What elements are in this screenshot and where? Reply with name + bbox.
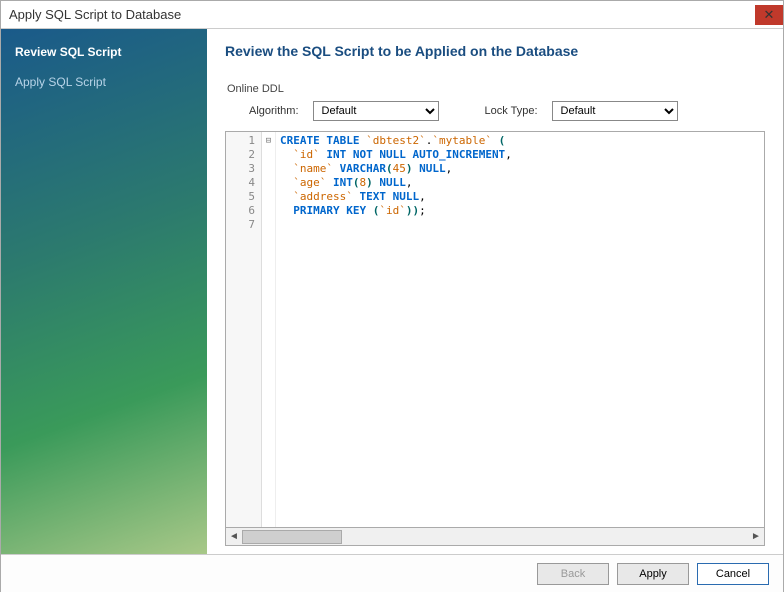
scroll-track[interactable] [242, 529, 748, 545]
dialog-body: Review SQL Script Apply SQL Script Revie… [1, 29, 783, 554]
apply-button[interactable]: Apply [617, 563, 689, 585]
scroll-right-icon[interactable]: ► [748, 529, 764, 545]
close-icon: ✕ [764, 7, 775, 23]
scroll-thumb[interactable] [242, 530, 342, 544]
locktype-select[interactable]: Default [552, 101, 678, 121]
main-panel: Review the SQL Script to be Applied on t… [207, 29, 783, 554]
dialog-window: Apply SQL Script to Database ✕ Review SQ… [0, 0, 784, 592]
locktype-label: Lock Type: [485, 105, 538, 117]
step-apply-sql[interactable]: Apply SQL Script [1, 67, 207, 97]
step-review-sql[interactable]: Review SQL Script [1, 37, 207, 67]
dialog-footer: Back Apply Cancel [1, 554, 783, 592]
close-button[interactable]: ✕ [755, 5, 783, 25]
ddl-legend: Online DDL [225, 83, 286, 95]
sql-editor[interactable]: 1234567 ⊟ CREATE TABLE `dbtest2`.`mytabl… [225, 131, 765, 528]
cancel-button[interactable]: Cancel [697, 563, 769, 585]
ddl-row: Algorithm: Default Lock Type: Default [225, 95, 765, 121]
line-gutter: 1234567 [226, 132, 262, 527]
fold-column: ⊟ [262, 132, 276, 527]
titlebar: Apply SQL Script to Database ✕ [1, 1, 783, 29]
window-title: Apply SQL Script to Database [9, 7, 181, 22]
horizontal-scrollbar[interactable]: ◄ ► [225, 528, 765, 546]
back-button: Back [537, 563, 609, 585]
wizard-sidebar: Review SQL Script Apply SQL Script [1, 29, 207, 554]
scroll-left-icon[interactable]: ◄ [226, 529, 242, 545]
online-ddl-group: Online DDL Algorithm: Default Lock Type:… [225, 83, 765, 121]
code-area[interactable]: CREATE TABLE `dbtest2`.`mytable` ( `id` … [276, 132, 764, 527]
fold-marker-icon[interactable]: ⊟ [262, 134, 275, 148]
page-title: Review the SQL Script to be Applied on t… [225, 43, 765, 59]
algorithm-label: Algorithm: [249, 105, 299, 117]
algorithm-select[interactable]: Default [313, 101, 439, 121]
